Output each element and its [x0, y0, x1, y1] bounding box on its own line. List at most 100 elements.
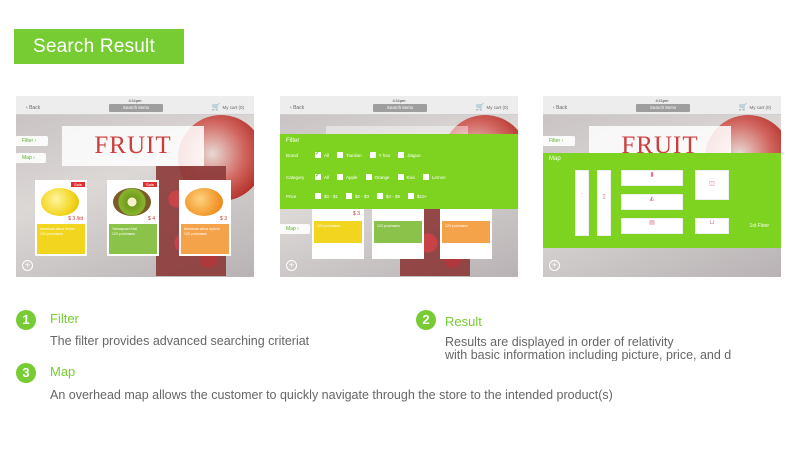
- arrow-right-icon: ›: [561, 138, 564, 144]
- app-topbar: 4:11pm ‹ Back Search items 🛒 My cart (0): [280, 96, 518, 115]
- checkbox[interactable]: [365, 174, 372, 180]
- back-label: Back: [29, 105, 41, 111]
- cart-button[interactable]: 🛒 My cart (0): [739, 103, 771, 111]
- checkbox[interactable]: [397, 174, 404, 180]
- add-icon[interactable]: +: [549, 260, 560, 271]
- option-label: $10+: [417, 193, 428, 199]
- checkbox[interactable]: [369, 152, 376, 158]
- store-aisle-block[interactable]: ⫶: [575, 170, 589, 236]
- product-info: 123 purchases: [442, 221, 490, 243]
- category-option[interactable]: Orange: [365, 174, 390, 180]
- option-label: Lemon: [431, 174, 446, 180]
- option-label: Apple: [346, 174, 358, 180]
- filter-panel-title: Filter: [286, 138, 300, 144]
- product-card-kiwi[interactable]: Sale $ 4 Yuhuayuan Kiwi 123 purchases: [107, 180, 159, 256]
- feature-title-filter: Filter: [50, 311, 79, 326]
- product-info: 123 purchases: [374, 221, 422, 243]
- app-topbar: 4:11pm ‹ Back Search items 🛒 My cart (0): [543, 96, 781, 115]
- checkbox-checked[interactable]: [315, 150, 321, 158]
- store-section-block[interactable]: ⊔: [695, 218, 729, 234]
- result-screenshot: 4:11pm ‹ Back Search items 🛒 My cart (0) …: [16, 96, 254, 277]
- brand-option[interactable]: Jiaguo: [398, 152, 421, 158]
- brand-option[interactable]: Y hao: [369, 152, 390, 158]
- checkbox[interactable]: [337, 174, 344, 180]
- category-option[interactable]: Apple: [337, 174, 358, 180]
- product-card-partial[interactable]: 123 purchases: [440, 209, 492, 259]
- feature-description-filter: The filter provides advanced searching c…: [50, 334, 310, 348]
- cart-label: My cart (0): [749, 105, 771, 110]
- checkbox[interactable]: [398, 152, 405, 158]
- store-section-block[interactable]: ◭: [621, 194, 683, 210]
- cart-button[interactable]: 🛒 My cart (0): [212, 103, 244, 111]
- product-card-partial[interactable]: $ 3 123 purchases: [312, 209, 364, 259]
- option-label: Kiwi: [406, 174, 415, 180]
- product-info: 123 purchases: [314, 221, 362, 243]
- filter-toggle-button[interactable]: Filter ›: [16, 136, 48, 146]
- price-option[interactable]: $4 - $9: [377, 193, 400, 199]
- kiwi-image: [113, 188, 151, 216]
- store-section-block[interactable]: ◫: [695, 170, 729, 200]
- product-purchases: 123 purchases: [445, 224, 468, 228]
- add-icon[interactable]: +: [22, 260, 33, 271]
- category-option[interactable]: All: [315, 172, 329, 180]
- cart-icon: 🛒: [738, 104, 748, 111]
- search-input[interactable]: Search items: [636, 104, 690, 112]
- product-price: $ 3: [353, 211, 360, 217]
- cart-icon: 🛒: [211, 104, 221, 111]
- product-purchases: 120 purchases: [184, 232, 207, 236]
- checkbox[interactable]: [408, 193, 415, 199]
- map-toggle-label: Map: [22, 155, 32, 161]
- cart-button[interactable]: 🛒 My cart (0): [476, 103, 508, 111]
- bottle-icon: ⫶: [581, 193, 583, 199]
- map-toggle-button[interactable]: Map ›: [280, 224, 310, 234]
- store-section-block[interactable]: ▮: [621, 170, 683, 186]
- price-option[interactable]: $2 - $3: [346, 193, 369, 199]
- product-card-partial[interactable]: 123 purchases: [372, 209, 424, 259]
- category-label: Category: [286, 174, 305, 180]
- map-toggle-button[interactable]: Map ›: [16, 153, 46, 163]
- checkbox[interactable]: [377, 193, 384, 199]
- category-option[interactable]: Kiwi: [397, 174, 415, 180]
- feature-title-map: Map: [50, 364, 76, 379]
- back-button[interactable]: ‹ Back: [290, 105, 304, 111]
- product-card-lemon[interactable]: Sale $ 3 /kit American citrus lemon 124 …: [35, 180, 87, 256]
- category-option[interactable]: Lemon: [422, 174, 446, 180]
- price-option[interactable]: $0 - $1: [315, 193, 338, 199]
- brand-option[interactable]: Tianlian: [337, 152, 362, 158]
- filter-screenshot: 4:11pm ‹ Back Search items 🛒 My cart (0) …: [280, 96, 518, 277]
- product-purchases: 123 purchases: [112, 232, 135, 236]
- checkbox[interactable]: [337, 152, 344, 158]
- cart-label: My cart (0): [222, 105, 244, 110]
- cart-icon: 🛒: [475, 104, 485, 111]
- price-filter-row: Price $0 - $1 $2 - $3 $4 - $9 $10+: [286, 189, 512, 203]
- arrow-right-icon: ›: [33, 155, 35, 161]
- product-purchases: 123 purchases: [317, 224, 340, 228]
- filter-toggle-label: Filter: [549, 138, 561, 144]
- search-input[interactable]: Search items: [373, 104, 427, 112]
- milk-icon: ▤: [649, 220, 655, 226]
- drink-icon: ◫: [709, 181, 715, 187]
- back-button[interactable]: ‹ Back: [26, 105, 40, 111]
- checkbox[interactable]: [315, 193, 321, 199]
- map-toggle-label: Map: [286, 226, 296, 232]
- bag-icon: ▯: [602, 194, 606, 200]
- price-option[interactable]: $10+: [408, 193, 427, 199]
- add-icon[interactable]: +: [286, 260, 297, 271]
- sale-badge: Sale: [70, 182, 85, 187]
- map-panel: Map ⫶ ▯ ▮ ◭ ▤ ◫ ⊔ 1st Floor: [543, 153, 781, 248]
- checkbox-checked[interactable]: [315, 172, 321, 180]
- search-input[interactable]: Search items: [109, 104, 163, 112]
- filter-toggle-button[interactable]: Filter ›: [543, 136, 575, 146]
- brand-option[interactable]: All: [315, 150, 329, 158]
- drink-icon: ▮: [650, 172, 654, 178]
- feature-description-result: Results are displayed in order of relati…: [445, 335, 674, 349]
- step-number-badge: 2: [416, 310, 436, 330]
- checkbox[interactable]: [422, 174, 429, 180]
- checkbox[interactable]: [346, 193, 353, 199]
- product-card-apricot[interactable]: $ 3 American citrus apricot 120 purchase…: [179, 180, 231, 256]
- option-label: Jiaguo: [407, 152, 421, 158]
- store-section-block[interactable]: ▤: [621, 218, 683, 234]
- back-button[interactable]: ‹ Back: [553, 105, 567, 111]
- store-aisle-block[interactable]: ▯: [597, 170, 611, 236]
- option-label: $4 - $9: [386, 193, 401, 199]
